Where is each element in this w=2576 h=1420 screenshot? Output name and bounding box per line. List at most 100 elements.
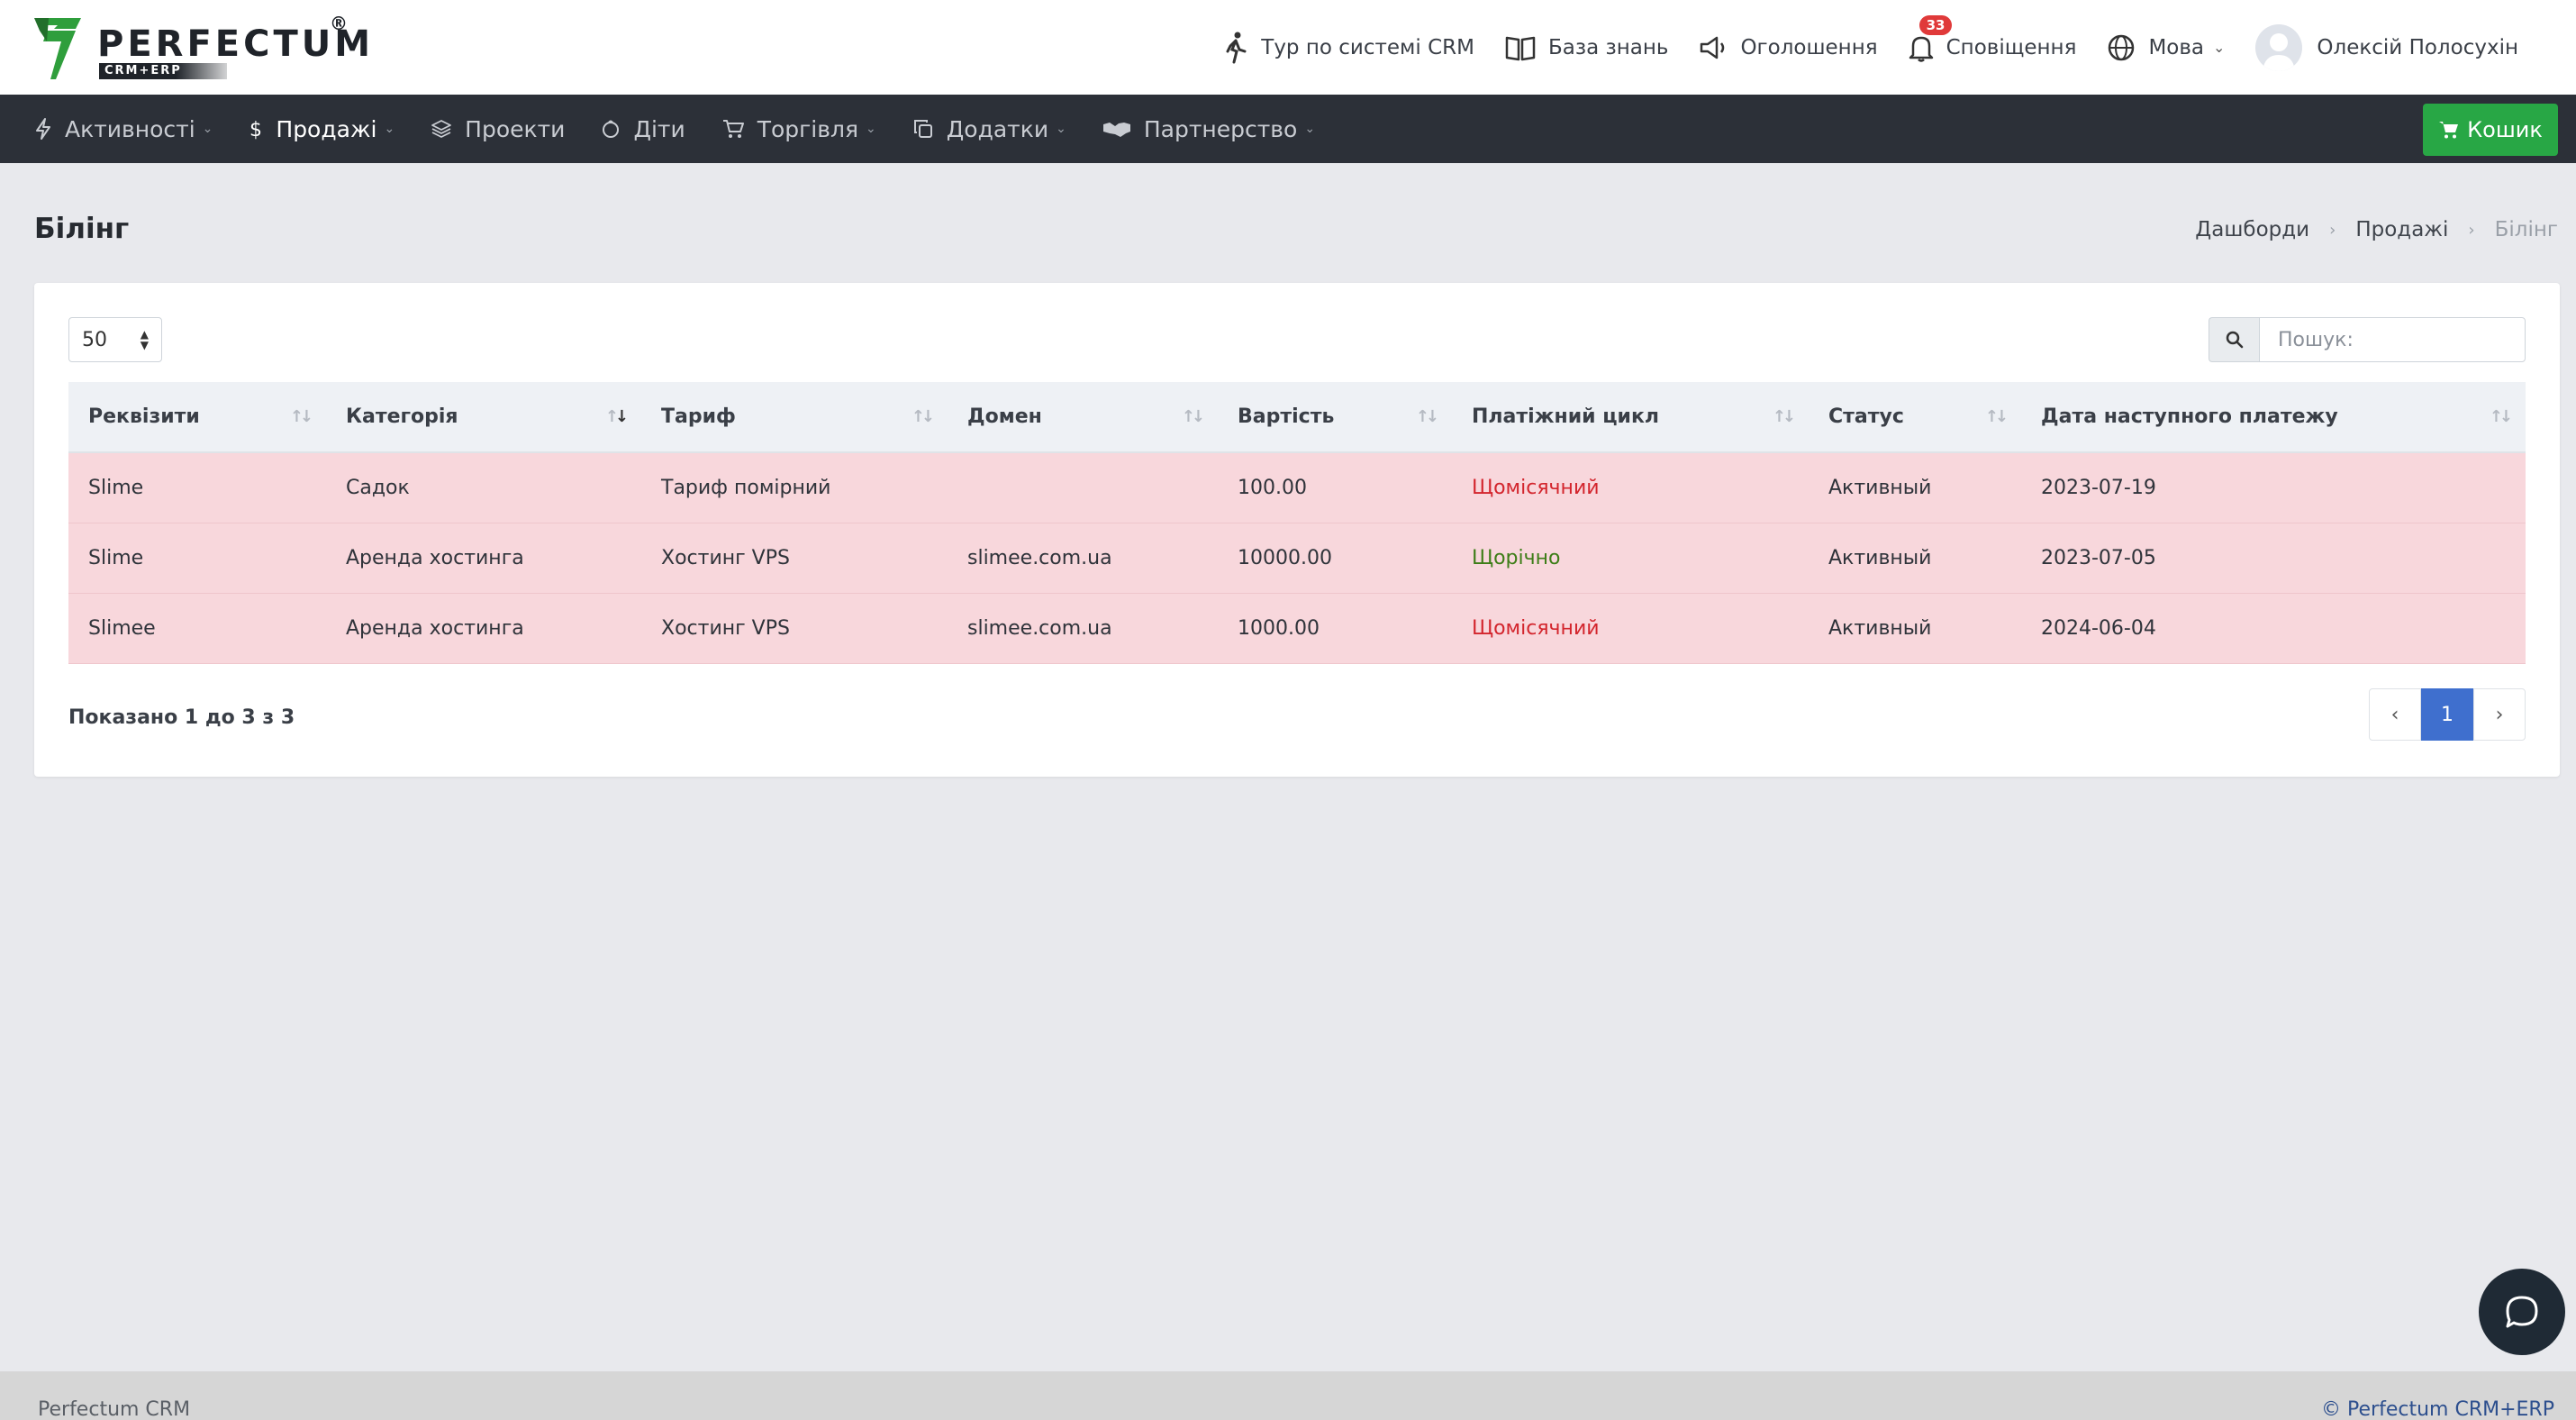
- layers-icon: [431, 120, 452, 138]
- nav-item-children[interactable]: Діти: [601, 116, 685, 142]
- cell-domain: [948, 452, 1218, 523]
- logo-subtitle: CRM+ERP: [99, 63, 227, 79]
- header-status[interactable]: Статус ↑↓: [1809, 382, 2021, 453]
- top-bar: PERFECTUM ® CRM+ERP Тур по системі CRM Б…: [0, 0, 2576, 95]
- table-row[interactable]: Slime Аренда хостинга Хостинг VPS slimee…: [68, 523, 2526, 593]
- handshake-icon: [1102, 123, 1130, 137]
- nav-item-activities[interactable]: Активності ⌄: [34, 116, 213, 142]
- pagination-page[interactable]: 1: [2421, 688, 2473, 741]
- header-billing-cycle[interactable]: Платіжний цикл ↑↓: [1452, 382, 1809, 453]
- cell-status: Активный: [1828, 546, 1932, 569]
- bell-icon: [1909, 36, 1933, 62]
- nav-label: Продажі: [276, 115, 377, 142]
- breadcrumb-sales[interactable]: Продажі: [2355, 218, 2448, 241]
- chevron-down-icon: ⌄: [202, 122, 213, 136]
- billing-card: 50 ▲▼ Реквізити↑↓ Категорія↑↓ Тариф↑↓ До…: [34, 283, 2560, 777]
- cell-next-payment: 2023-07-05: [2041, 546, 2156, 569]
- cell-domain: slimee.com.ua: [967, 546, 1112, 569]
- header-domain[interactable]: Домен ↑↓: [948, 382, 1218, 453]
- cell-category: Аренда хостинга: [346, 546, 524, 569]
- cell-billing-cycle: Щомісячний: [1472, 616, 1600, 640]
- nav-item-projects[interactable]: Проекти: [431, 116, 565, 142]
- cell-requisites: Slime: [88, 476, 144, 499]
- cell-requisites: Slimee: [88, 616, 156, 640]
- chevron-down-icon: ⌄: [1304, 122, 1316, 136]
- sort-icon: ↑↓: [1772, 407, 1796, 426]
- nav-item-sales[interactable]: $ Продажі ⌄: [249, 116, 395, 142]
- walking-icon: [1226, 32, 1247, 63]
- header-cost[interactable]: Вартість ↑↓: [1218, 382, 1452, 453]
- notifications-link[interactable]: 33 Сповіщення: [1909, 14, 2076, 62]
- chat-bubble-icon: [2506, 1296, 2538, 1328]
- globe-icon: [2109, 34, 2135, 60]
- cell-status: Активный: [1828, 616, 1932, 640]
- language-label: Мова: [2148, 35, 2205, 59]
- announcements-label: Оголошення: [1740, 35, 1878, 59]
- sort-icon: ↑↓: [2489, 407, 2513, 426]
- svg-text:$: $: [249, 119, 262, 141]
- cell-tariff: Тариф помірний: [661, 476, 831, 499]
- cell-billing-cycle: Щорічно: [1472, 546, 1561, 569]
- footer-copyright[interactable]: © Perfectum CRM+ERP: [2321, 1398, 2554, 1420]
- table-row[interactable]: Slime Садок Тариф помірний 100.00 Щоміся…: [68, 452, 2526, 523]
- cell-billing-cycle: Щомісячний: [1472, 476, 1600, 499]
- cart-button[interactable]: Кошик: [2423, 104, 2558, 156]
- announcements-link[interactable]: Оголошення: [1699, 34, 1878, 61]
- knowledge-base-label: База знань: [1547, 35, 1669, 59]
- page-title: Білінг: [34, 213, 130, 245]
- nav-label: Проекти: [465, 115, 566, 142]
- chat-button[interactable]: [2479, 1269, 2565, 1355]
- table-row[interactable]: Slimee Аренда хостинга Хостинг VPS slime…: [68, 593, 2526, 663]
- sort-updown-icon: ▲ ▼: [140, 328, 149, 351]
- top-actions: Тур по системі CRM База знань Оголошення…: [1225, 0, 2576, 95]
- user-menu[interactable]: Олексій Полосухін: [2255, 23, 2545, 71]
- header-next-payment[interactable]: Дата наступного платежу ↑↓: [2021, 382, 2526, 453]
- sort-icon: ↑↓: [1181, 407, 1205, 426]
- breadcrumb-dashboards[interactable]: Дашборди: [2195, 218, 2309, 241]
- breadcrumb: Дашборди › Продажі › Білінг: [2195, 218, 2558, 241]
- pagination-next[interactable]: ›: [2473, 688, 2526, 741]
- cell-requisites: Slime: [88, 546, 144, 569]
- sort-icon: ↑↓: [289, 407, 313, 426]
- notification-count-badge: 33: [1918, 14, 1953, 35]
- logo[interactable]: PERFECTUM ® CRM+ERP: [34, 13, 370, 81]
- baby-face-icon: [603, 120, 620, 138]
- nav-item-trade[interactable]: Торгівля ⌄: [721, 116, 876, 142]
- cell-cost: 100.00: [1238, 476, 1307, 499]
- search-button[interactable]: [2209, 317, 2259, 362]
- nav-label: Активності: [65, 115, 195, 142]
- chevron-right-icon: ›: [2329, 220, 2336, 240]
- search-input[interactable]: [2259, 317, 2526, 362]
- chevron-left-icon: ‹: [2390, 703, 2399, 726]
- header-requisites[interactable]: Реквізити ↑↓: [68, 382, 326, 453]
- nav-label: Додатки: [946, 115, 1049, 142]
- breadcrumb-billing: Білінг: [2494, 218, 2558, 241]
- book-icon: [1505, 36, 1536, 60]
- knowledge-base-link[interactable]: База знань: [1505, 34, 1668, 61]
- user-silhouette-icon: [2263, 32, 2296, 71]
- cell-cost: 10000.00: [1238, 546, 1332, 569]
- chevron-down-icon: ⌄: [866, 122, 876, 136]
- chevron-right-icon: ›: [2495, 703, 2504, 726]
- tour-link[interactable]: Тур по системі CRM: [1225, 32, 1474, 64]
- megaphone-icon: [1701, 36, 1725, 59]
- language-selector[interactable]: Мова ⌄: [2107, 33, 2225, 62]
- footer: Perfectum CRM © Perfectum CRM+ERP: [0, 1371, 2576, 1420]
- cell-tariff: Хостинг VPS: [661, 546, 790, 569]
- nav-item-partnership[interactable]: Партнерство ⌄: [1102, 116, 1315, 142]
- page-size-select[interactable]: 50 ▲ ▼: [68, 317, 162, 362]
- sort-desc-icon: ↑↓: [604, 407, 629, 426]
- chevron-right-icon: ›: [2468, 220, 2475, 240]
- cell-category: Садок: [346, 476, 410, 499]
- dollar-icon: $: [249, 119, 262, 141]
- cell-category: Аренда хостинга: [346, 616, 524, 640]
- nav-item-addons[interactable]: Додатки ⌄: [912, 116, 1066, 142]
- pagination-prev[interactable]: ‹: [2369, 688, 2421, 741]
- header-category[interactable]: Категорія ↑↓: [326, 382, 641, 453]
- cell-domain: slimee.com.ua: [967, 616, 1112, 640]
- cell-tariff: Хостинг VPS: [661, 616, 790, 640]
- chevron-down-icon: ⌄: [1056, 122, 1066, 136]
- header-tariff[interactable]: Тариф ↑↓: [641, 382, 948, 453]
- shopping-cart-icon: [722, 120, 744, 138]
- main-nav: Активності ⌄ $ Продажі ⌄ Проекти Діти То…: [0, 95, 2576, 163]
